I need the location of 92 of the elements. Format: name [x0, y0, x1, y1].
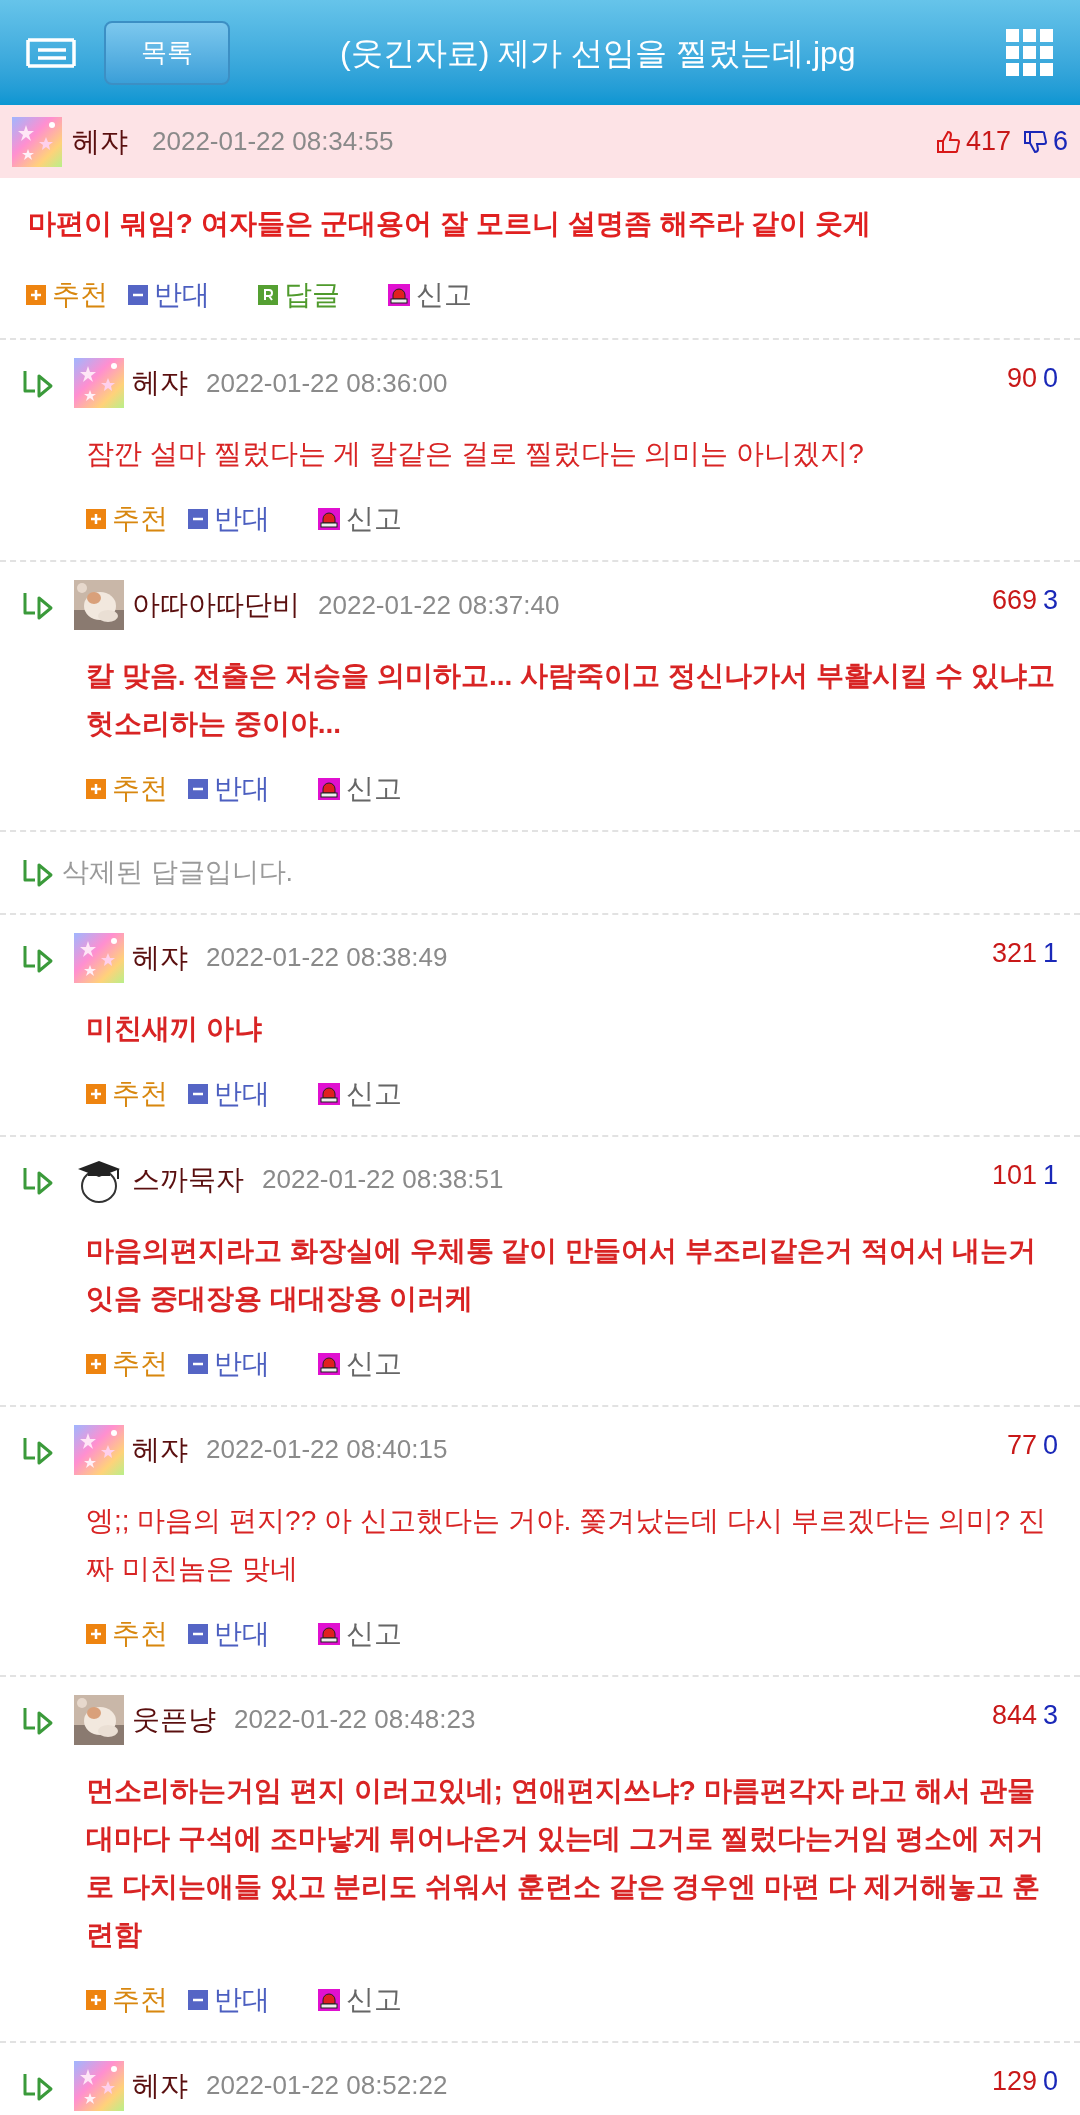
comment-date: 2022-01-22 08:37:40: [318, 588, 560, 622]
comment-date: 2022-01-22 08:36:00: [206, 366, 448, 400]
author-name[interactable]: 헤쟈: [72, 120, 128, 163]
comment-date: 2022-01-22 08:38:49: [206, 941, 448, 974]
comment-text: 미친새끼 아냐: [85, 1011, 263, 1046]
down-button[interactable]: 반대: [188, 1342, 270, 1385]
comment-date: 2022-01-22 08:40:15: [206, 1433, 448, 1466]
dislike-count: 0: [1042, 2064, 1058, 2098]
up-button[interactable]: 추천: [86, 1342, 168, 1385]
comment-date: 2022-01-22 08:34:55: [152, 125, 394, 158]
reply-arrow-icon: [22, 368, 54, 398]
like-count: 101: [991, 1158, 1037, 1192]
dislike-count: 0: [1042, 362, 1058, 395]
plus-icon: [86, 1353, 106, 1374]
plus-icon: [86, 1623, 106, 1644]
up-button[interactable]: 추천: [86, 498, 168, 540]
minus-icon: [128, 285, 148, 305]
up-button[interactable]: 추천: [86, 1612, 168, 1655]
thumbs-up-icon: [935, 129, 960, 154]
minus-icon: [188, 1623, 208, 1644]
like-count: 77: [1006, 1428, 1037, 1462]
dislike-count: 1: [1042, 1158, 1058, 1192]
author-name[interactable]: 웃픈냥: [132, 1698, 216, 1741]
minus-icon: [188, 1353, 208, 1374]
down-button[interactable]: 반대: [188, 1072, 270, 1115]
comment-date: 2022-01-22 08:52:22: [206, 2069, 448, 2102]
down-button[interactable]: 반대: [128, 274, 210, 316]
like-count: 90: [1006, 362, 1037, 395]
author-name[interactable]: 헤쟈: [132, 1428, 188, 1471]
down-button[interactable]: 반대: [188, 498, 270, 540]
comment-text: 마음의편지라고 화장실에 우체통 같이 만들어서 부조리같은거 적어서 내는거 잇음 중대장용 대대장용 이러케: [85, 1233, 1038, 1316]
grid-menu-icon[interactable]: [1006, 28, 1054, 77]
reply-button[interactable]: 답글: [258, 274, 340, 316]
plus-icon: [86, 1083, 106, 1104]
minus-icon: [188, 1083, 208, 1104]
comment-text: 엥;; 마음의 편지?? 아 신고했다는 거야. 쫓겨났는데 다시 부르겠다는 의미? 진짜 미친놈은 맞네: [85, 1503, 1047, 1586]
minus-icon: [188, 509, 208, 529]
comment-date: 2022-01-22 08:48:23: [234, 1703, 476, 1736]
page-title: (웃긴자료) 제가 선임을 찔렀는데.jpg: [340, 33, 856, 73]
dislike-count: 6: [1052, 125, 1068, 159]
plus-icon: [86, 509, 106, 529]
like-count: 417: [965, 125, 1011, 159]
comment-text: 칼 맞음. 전출은 저승을 의미하고... 사람죽이고 정신나가서 부활시킬 수 있냐고 헛소리하는 중이야...: [85, 659, 1057, 741]
author-name[interactable]: 아따아따단비: [132, 584, 300, 626]
dislike-count: 0: [1042, 1428, 1058, 1462]
plus-icon: [26, 285, 46, 305]
deleted-reply-notice: 삭제된 답글입니다.: [62, 856, 293, 889]
siren-icon: [388, 284, 410, 306]
siren-icon: [318, 1352, 340, 1375]
like-count: 669: [991, 584, 1037, 617]
dislike-count: 3: [1042, 584, 1058, 617]
like-count: 129: [991, 2064, 1037, 2098]
down-button[interactable]: 반대: [188, 1612, 270, 1655]
siren-icon: [318, 1988, 340, 2011]
siren-icon: [318, 508, 340, 530]
report-button[interactable]: 신고: [318, 768, 402, 810]
report-button[interactable]: 신고: [318, 1072, 402, 1115]
up-button[interactable]: 추천: [86, 1072, 168, 1115]
author-name[interactable]: 스까묵자: [132, 1158, 244, 1201]
plus-icon: [86, 1989, 106, 2010]
thumbs-down-icon: [1022, 129, 1047, 154]
author-name[interactable]: 헤쟈: [132, 936, 188, 979]
dislike-count: 3: [1042, 1698, 1058, 1732]
like-count: 321: [991, 936, 1037, 970]
comment-text: 먼소리하는거임 편지 이러고있네; 연애편지쓰냐? 마름편각자 라고 해서 관물대마다 구석에 조마낳게 튀어나온거 있는데 그거로 찔렀다는거임 평소에 저거로 다치는애들 있고 분리도 쉬워서 훈련소 같은 경우엔 마편 다 제거해놓고 훈련함: [85, 1773, 1046, 1952]
author-name[interactable]: 헤쟈: [132, 2064, 188, 2107]
up-button[interactable]: 추천: [26, 274, 108, 316]
minus-icon: [188, 779, 208, 799]
report-button[interactable]: 신고: [318, 1612, 402, 1655]
like-count: 844: [991, 1698, 1037, 1732]
author-name[interactable]: 헤쟈: [132, 362, 188, 404]
menu-icon[interactable]: [26, 37, 76, 68]
up-button[interactable]: 추천: [86, 768, 168, 810]
report-button[interactable]: 신고: [318, 498, 402, 540]
report-button[interactable]: 신고: [318, 1342, 402, 1385]
reply-icon: [258, 285, 278, 305]
reply-arrow-icon: [22, 857, 54, 888]
report-button[interactable]: 신고: [318, 1978, 402, 2021]
siren-icon: [318, 1082, 340, 1105]
comment-text: 잠깐 설마 찔렀다는 게 칼같은 걸로 찔렀다는 의미는 아니겠지?: [85, 437, 865, 471]
comment-text: 마편이 뭐임? 여자들은 군대용어 잘 모르니 설명좀 해주라 같이 웃게: [27, 207, 873, 241]
minus-icon: [188, 1989, 208, 2010]
down-button[interactable]: 반대: [188, 1978, 270, 2021]
siren-icon: [318, 1622, 340, 1645]
comment-date: 2022-01-22 08:38:51: [262, 1163, 504, 1196]
siren-icon: [318, 778, 340, 800]
plus-icon: [86, 779, 106, 799]
up-button[interactable]: 추천: [86, 1978, 168, 2021]
report-button[interactable]: 신고: [388, 274, 472, 316]
dislike-count: 1: [1042, 936, 1058, 970]
down-button[interactable]: 반대: [188, 768, 270, 810]
reply-arrow-icon: [22, 590, 54, 620]
